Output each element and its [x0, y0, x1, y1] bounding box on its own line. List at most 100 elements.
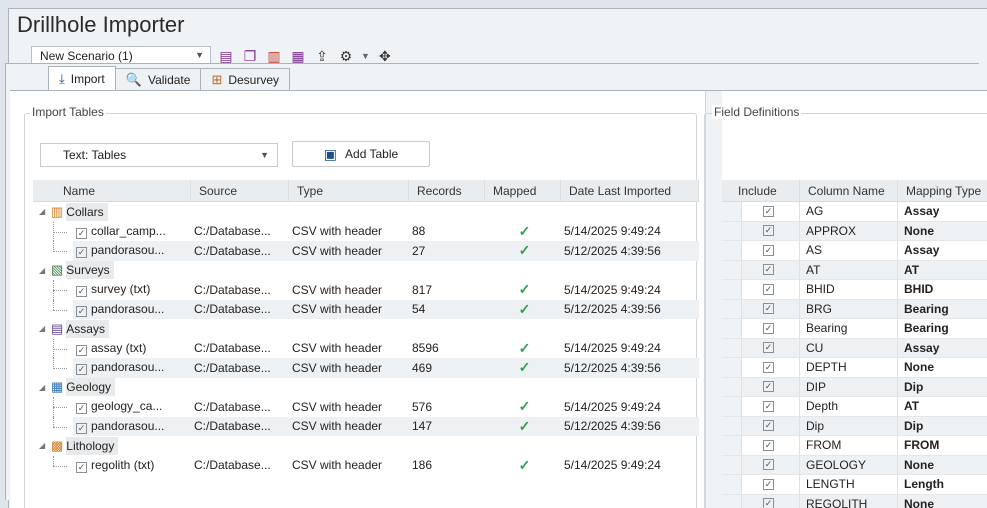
- group-row-lithology[interactable]: ◢ ▩ Lithology: [33, 436, 699, 456]
- row-selector[interactable]: [722, 202, 742, 221]
- cell-mapping-type[interactable]: Length: [898, 475, 987, 494]
- source-select[interactable]: Text: Tables ▼: [40, 143, 278, 167]
- field-row[interactable]: ✓ APPROX None: [722, 221, 987, 241]
- row-selector[interactable]: [722, 455, 742, 474]
- row-checkbox[interactable]: ✓: [76, 344, 87, 356]
- row-checkbox[interactable]: ✓: [76, 461, 87, 473]
- table-row[interactable]: ✓ geology_ca... C:/Database... CSV with hea…: [33, 397, 699, 417]
- include-checkbox[interactable]: ✓: [763, 381, 774, 393]
- field-row[interactable]: ✓ DIP Dip: [722, 377, 987, 397]
- table-row[interactable]: ✓ regolith (txt) C:/Database... CSV with he…: [33, 455, 699, 476]
- col-header-records[interactable]: Records: [409, 180, 485, 201]
- row-selector[interactable]: [722, 397, 742, 416]
- group-row-surveys[interactable]: ◢ ▧ Surveys: [33, 261, 699, 281]
- row-checkbox[interactable]: ✓: [76, 403, 87, 415]
- include-checkbox[interactable]: ✓: [763, 303, 774, 315]
- table-row[interactable]: ✓ collar_camp... C:/Database... CSV with he…: [33, 221, 699, 241]
- include-checkbox[interactable]: ✓: [763, 400, 774, 412]
- field-row[interactable]: ✓ Depth AT: [722, 397, 987, 417]
- group-row-geology[interactable]: ◢ ▦ Geology: [33, 378, 699, 398]
- include-checkbox[interactable]: ✓: [763, 225, 774, 237]
- table-row[interactable]: ✓ survey (txt) C:/Database... CSV with head…: [33, 280, 699, 300]
- tab-validate[interactable]: 🔍 Validate: [114, 68, 202, 90]
- field-row[interactable]: ✓ REGOLITH None: [722, 494, 987, 508]
- include-checkbox[interactable]: ✓: [763, 420, 774, 432]
- include-checkbox[interactable]: ✓: [763, 361, 774, 373]
- include-checkbox[interactable]: ✓: [763, 459, 774, 471]
- field-row[interactable]: ✓ DEPTH None: [722, 358, 987, 378]
- col-header-include[interactable]: Include: [722, 180, 800, 201]
- field-row[interactable]: ✓ BHID BHID: [722, 280, 987, 300]
- table-row[interactable]: ✓ pandorasou... C:/Database... CSV with hea…: [33, 358, 699, 378]
- table-row[interactable]: ✓ pandorasou... C:/Database... CSV with hea…: [33, 241, 699, 261]
- tab-desurvey[interactable]: ⊞ Desurvey: [200, 68, 291, 90]
- row-selector[interactable]: [722, 260, 742, 279]
- cell-mapping-type[interactable]: AT: [898, 261, 987, 280]
- row-selector[interactable]: [722, 358, 742, 377]
- table-row[interactable]: ✓ pandorasou... C:/Database... CSV with hea…: [33, 299, 699, 319]
- col-header-source[interactable]: Source: [191, 180, 289, 201]
- row-selector[interactable]: [722, 494, 742, 508]
- row-selector[interactable]: [722, 436, 742, 455]
- cell-mapping-type[interactable]: FROM: [898, 436, 987, 455]
- row-checkbox[interactable]: ✓: [76, 305, 87, 317]
- table-row[interactable]: ✓ pandorasou... C:/Database... CSV with hea…: [33, 416, 699, 436]
- row-selector[interactable]: [722, 299, 742, 318]
- cell-mapping-type[interactable]: AT: [898, 397, 987, 416]
- cell-mapping-type[interactable]: Dip: [898, 417, 987, 436]
- col-header-type[interactable]: Type: [289, 180, 409, 201]
- col-header-date[interactable]: Date Last Imported: [561, 180, 699, 201]
- include-checkbox[interactable]: ✓: [763, 264, 774, 276]
- row-selector[interactable]: [722, 416, 742, 435]
- group-row-collars[interactable]: ◢ ▥ Collars: [33, 202, 699, 222]
- row-selector[interactable]: [722, 475, 742, 494]
- cell-mapping-type[interactable]: Bearing: [898, 300, 987, 319]
- field-row[interactable]: ✓ CU Assay: [722, 338, 987, 358]
- field-row[interactable]: ✓ GEOLOGY None: [722, 455, 987, 475]
- row-checkbox[interactable]: ✓: [76, 364, 87, 376]
- include-checkbox[interactable]: ✓: [763, 342, 774, 354]
- cell-mapping-type[interactable]: Bearing: [898, 319, 987, 338]
- col-header-name[interactable]: Name: [33, 180, 191, 201]
- field-row[interactable]: ✓ AG Assay: [722, 202, 987, 222]
- field-row[interactable]: ✓ Dip Dip: [722, 416, 987, 436]
- cell-mapping-type[interactable]: Assay: [898, 241, 987, 260]
- include-checkbox[interactable]: ✓: [763, 478, 774, 490]
- dropdown-arrow-icon[interactable]: ▼: [361, 51, 370, 61]
- include-checkbox[interactable]: ✓: [763, 244, 774, 256]
- cell-mapping-type[interactable]: Assay: [898, 339, 987, 358]
- col-header-mapping-type[interactable]: Mapping Type: [898, 180, 987, 201]
- col-header-mapped[interactable]: Mapped: [485, 180, 561, 201]
- field-row[interactable]: ✓ Bearing Bearing: [722, 319, 987, 339]
- row-selector[interactable]: [722, 221, 742, 240]
- field-row[interactable]: ✓ LENGTH Length: [722, 475, 987, 495]
- field-row[interactable]: ✓ FROM FROM: [722, 436, 987, 456]
- cell-mapping-type[interactable]: None: [898, 456, 987, 475]
- include-checkbox[interactable]: ✓: [763, 205, 774, 217]
- collapse-icon[interactable]: ◢: [39, 441, 51, 450]
- include-checkbox[interactable]: ✓: [763, 498, 774, 508]
- cell-mapping-type[interactable]: None: [898, 358, 987, 377]
- field-row[interactable]: ✓ BRG Bearing: [722, 299, 987, 319]
- tab-import[interactable]: ⤓ Import: [48, 66, 116, 90]
- row-checkbox[interactable]: ✓: [76, 286, 87, 298]
- add-table-button[interactable]: ▣ Add Table: [292, 141, 430, 167]
- include-checkbox[interactable]: ✓: [763, 283, 774, 295]
- cell-mapping-type[interactable]: None: [898, 222, 987, 241]
- cell-mapping-type[interactable]: BHID: [898, 280, 987, 299]
- row-selector[interactable]: [722, 338, 742, 357]
- table-row[interactable]: ✓ assay (txt) C:/Database... CSV with heade…: [33, 338, 699, 358]
- field-row[interactable]: ✓ AT AT: [722, 260, 987, 280]
- cell-mapping-type[interactable]: Assay: [898, 202, 987, 221]
- cell-mapping-type[interactable]: Dip: [898, 378, 987, 397]
- collapse-icon[interactable]: ◢: [39, 324, 51, 333]
- collapse-icon[interactable]: ◢: [39, 207, 51, 216]
- collapse-icon[interactable]: ◢: [39, 266, 51, 275]
- field-row[interactable]: ✓ AS Assay: [722, 241, 987, 261]
- group-row-assays[interactable]: ◢ ▤ Assays: [33, 319, 699, 339]
- row-selector[interactable]: [722, 319, 742, 338]
- col-header-column-name[interactable]: Column Name: [800, 180, 898, 201]
- cell-mapping-type[interactable]: None: [898, 495, 987, 508]
- row-selector[interactable]: [722, 377, 742, 396]
- row-checkbox[interactable]: ✓: [76, 422, 87, 434]
